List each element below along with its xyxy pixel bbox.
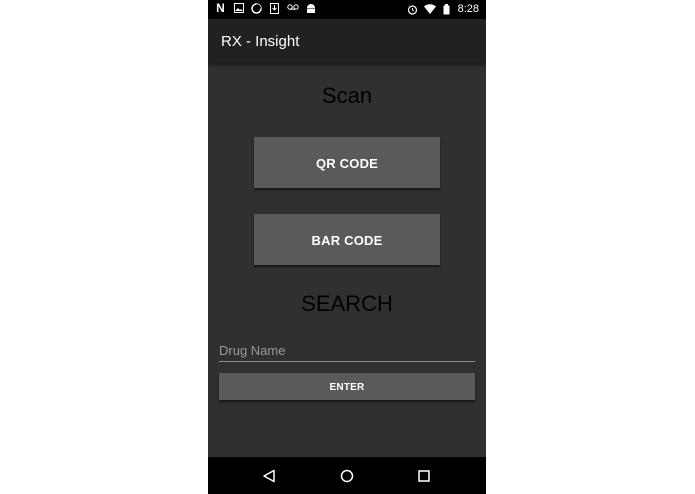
netflix-icon: N [216, 1, 225, 15]
voicemail-icon [287, 3, 299, 14]
drug-name-input[interactable] [219, 340, 475, 362]
alarm-icon [407, 4, 418, 15]
system-icons: 8:28 [407, 3, 479, 15]
download-icon [269, 3, 280, 14]
wifi-icon [423, 3, 436, 15]
search-heading: SEARCH [301, 291, 393, 316]
recents-icon[interactable] [414, 466, 434, 486]
back-icon[interactable] [259, 466, 279, 486]
scan-heading: Scan [321, 83, 373, 108]
home-icon[interactable] [337, 466, 357, 486]
sync-icon [251, 3, 262, 14]
app-title: RX - Insight [221, 33, 300, 50]
phone-screen: N 8:28 RX - Insight Scan QR CODE BAR COD… [208, 0, 486, 494]
notification-icons: N [215, 1, 316, 15]
android-icon [305, 3, 316, 14]
clock-time: 8:28 [457, 3, 479, 15]
image-icon [233, 3, 244, 14]
navigation-bar [208, 457, 486, 494]
app-toolbar: RX - Insight [208, 19, 486, 63]
bar-code-button[interactable]: BAR CODE [254, 214, 440, 265]
enter-button[interactable]: ENTER [219, 373, 475, 400]
qr-code-button[interactable]: QR CODE [254, 137, 440, 188]
status-bar: N 8:28 [208, 0, 486, 19]
battery-icon [441, 3, 452, 15]
